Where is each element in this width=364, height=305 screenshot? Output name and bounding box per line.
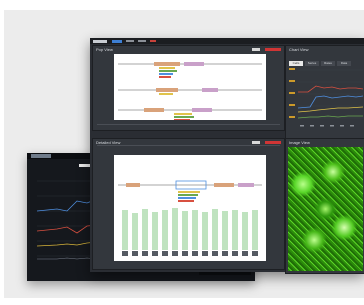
track-row-2 [118,88,262,95]
menu-item-active[interactable] [112,39,122,43]
coverage-columns [122,208,258,250]
track-row-3 [118,108,262,120]
detail-track-canvas[interactable] [114,155,266,261]
panel-toggle-button[interactable] [251,47,260,51]
microscopy-image[interactable] [288,147,363,271]
app-logo [31,154,51,158]
panel-title: Chart View [289,47,309,52]
image-view-panel: Image View [285,138,364,274]
menu-brand [93,39,107,43]
panel-close-button[interactable] [265,140,281,144]
detailed-view-panel: Detailed View [92,138,285,270]
menu-item[interactable] [138,40,146,42]
panel-title: Pop View [96,47,113,52]
track-row-1 [118,62,262,78]
main-menubar [90,38,364,44]
position-ruler [97,145,280,150]
line-chart [289,68,363,127]
main-analysis-window: Pop View Detailed View Chart View Cells … [90,38,364,274]
pop-view-panel: Pop View [92,45,285,131]
menu-item[interactable] [126,40,134,42]
gene-track-canvas[interactable] [114,54,266,120]
chart-tabs: Cells Series Rates Data [289,53,363,66]
panel-title: Image View [289,140,310,145]
position-ruler [97,124,280,129]
menu-item-alert[interactable] [150,40,156,42]
panel-close-button[interactable] [265,47,281,51]
chart-view-panel: Chart View Cells Series Rates Data [285,45,364,139]
panel-toggle-button[interactable] [251,140,260,144]
